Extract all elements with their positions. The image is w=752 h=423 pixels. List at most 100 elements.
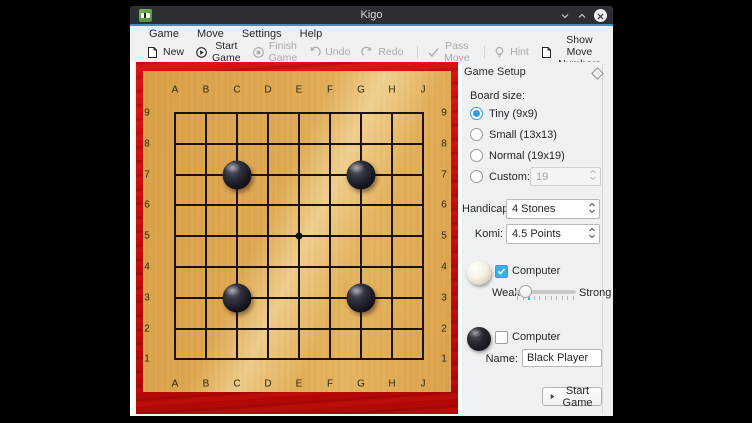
- board-col-label: H: [388, 85, 395, 96]
- board-col-label: D: [264, 379, 271, 390]
- document-new-icon: [146, 46, 159, 59]
- radio-label-custom[interactable]: Custom:: [489, 171, 530, 183]
- go-stone-black: [347, 283, 376, 312]
- play-icon: [549, 391, 556, 403]
- board-row-label: 4: [441, 262, 447, 273]
- start-game-button-label: Start Game: [560, 385, 595, 409]
- slider-tick: [556, 296, 557, 300]
- star-point: [296, 233, 303, 240]
- komi-spinbox[interactable]: 4.5 Points: [506, 224, 600, 244]
- radio-label-small-13x13[interactable]: Small (13x13): [489, 129, 557, 141]
- toolbar-separator: [484, 46, 485, 59]
- redo-icon: [361, 46, 374, 59]
- toolbar-new-button[interactable]: New: [146, 46, 184, 59]
- radio-label-tiny-9x9[interactable]: Tiny (9x9): [489, 108, 538, 120]
- board-col-label: G: [357, 85, 365, 96]
- board-col-label: C: [233, 85, 240, 96]
- toolbar: NewStart GameFinish GameUndoRedoPass Mov…: [130, 42, 613, 62]
- komi-value: 4.5 Points: [512, 228, 588, 240]
- game-setup-dock: Game Setup Board size: Tiny (9x9) Small (…: [462, 62, 613, 416]
- board-row-label: 1: [144, 354, 150, 365]
- board-col-label: D: [264, 85, 271, 96]
- toolbar-redo-button: Redo: [361, 46, 403, 59]
- white-computer-label: Computer: [512, 265, 560, 277]
- close-icon: [597, 7, 604, 25]
- grid-line-horizontal: [174, 174, 424, 176]
- close-button[interactable]: [594, 9, 607, 22]
- board-row-label: 2: [144, 323, 150, 334]
- black-name-input[interactable]: [522, 349, 602, 367]
- slider-tick: [551, 296, 552, 300]
- maximize-button[interactable]: [577, 11, 587, 21]
- spinbox-arrows-icon[interactable]: [588, 226, 596, 243]
- toolbar-hint-button: Hint: [493, 46, 529, 59]
- custom-size-value: 19: [536, 171, 589, 183]
- board-row-label: 3: [144, 292, 150, 303]
- slider-tick: [539, 296, 540, 300]
- radio-small-13x13[interactable]: [470, 128, 483, 141]
- board-col-label: B: [203, 85, 210, 96]
- slider-tick: [567, 296, 568, 300]
- board-col-label: F: [327, 85, 333, 96]
- slider-tick: [534, 296, 535, 300]
- board-view: AABBCCDDEEFFGGHHJJ998877665544332211: [130, 62, 462, 416]
- toolbar-separator: [417, 46, 418, 59]
- board-row-label: 5: [441, 231, 447, 242]
- toolbar-pass-move-button: Pass Move: [427, 40, 470, 64]
- board-col-label: J: [421, 379, 426, 390]
- grid-line-horizontal: [174, 266, 424, 268]
- black-computer-checkbox[interactable]: [495, 331, 508, 344]
- komi-label: Komi:: [462, 228, 503, 240]
- chevron-down-icon: [560, 11, 570, 21]
- custom-size-spinbox: 19: [530, 167, 601, 186]
- black-computer-label: Computer: [512, 331, 560, 343]
- name-label: Name:: [478, 353, 518, 365]
- menu-game[interactable]: Game: [140, 26, 188, 42]
- toolbar-start-game-button[interactable]: Start Game: [195, 40, 241, 64]
- board-size-label: Board size:: [470, 90, 525, 102]
- board-row-label: 8: [144, 138, 150, 149]
- strength-strong-label: Strong: [579, 287, 611, 299]
- board-col-label: A: [172, 379, 179, 390]
- handicap-label: Handicap:: [462, 203, 503, 215]
- go-board[interactable]: [143, 71, 451, 392]
- window-title: Kigo: [130, 6, 613, 24]
- start-game-icon: [195, 46, 208, 59]
- board-col-label: G: [357, 379, 365, 390]
- board-col-label: H: [388, 379, 395, 390]
- board-col-label: A: [172, 85, 179, 96]
- radio-custom[interactable]: [470, 170, 483, 183]
- check-icon: [427, 46, 440, 59]
- board-row-label: 8: [441, 138, 447, 149]
- board-row-label: 1: [441, 354, 447, 365]
- start-game-button[interactable]: Start Game: [542, 387, 602, 406]
- chevron-up-icon: [577, 11, 587, 21]
- board-row-label: 4: [144, 262, 150, 273]
- dock-title: Game Setup: [464, 66, 526, 78]
- board-row-label: 9: [144, 108, 150, 119]
- handicap-spinbox[interactable]: 4 Stones: [506, 199, 600, 219]
- radio-label-normal-19x19[interactable]: Normal (19x19): [489, 150, 565, 162]
- spinbox-arrows-icon[interactable]: [588, 201, 596, 218]
- board-row-label: 6: [441, 200, 447, 211]
- radio-tiny-9x9[interactable]: [470, 107, 483, 120]
- go-stone-black: [223, 160, 252, 189]
- board-row-label: 2: [441, 323, 447, 334]
- board-col-label: E: [296, 379, 303, 390]
- kigo-window: Kigo GameMoveSettingsHelp NewStart GameF…: [130, 6, 613, 416]
- slider-tick: [545, 296, 546, 300]
- handicap-value: 4 Stones: [512, 203, 588, 215]
- grid-line-horizontal: [174, 112, 424, 114]
- grid-line-horizontal: [174, 204, 424, 206]
- minimize-button[interactable]: [560, 11, 570, 21]
- radio-normal-19x19[interactable]: [470, 149, 483, 162]
- desktop-background: Kigo GameMoveSettingsHelp NewStart GameF…: [0, 0, 752, 423]
- go-stone-black: [347, 160, 376, 189]
- undo-icon: [308, 46, 321, 59]
- grid-line-horizontal: [174, 143, 424, 145]
- strength-slider-handle[interactable]: [519, 285, 532, 298]
- board-row-label: 9: [441, 108, 447, 119]
- white-computer-checkbox[interactable]: [495, 265, 508, 278]
- black-stone-image: [467, 327, 491, 351]
- titlebar[interactable]: Kigo: [130, 6, 613, 26]
